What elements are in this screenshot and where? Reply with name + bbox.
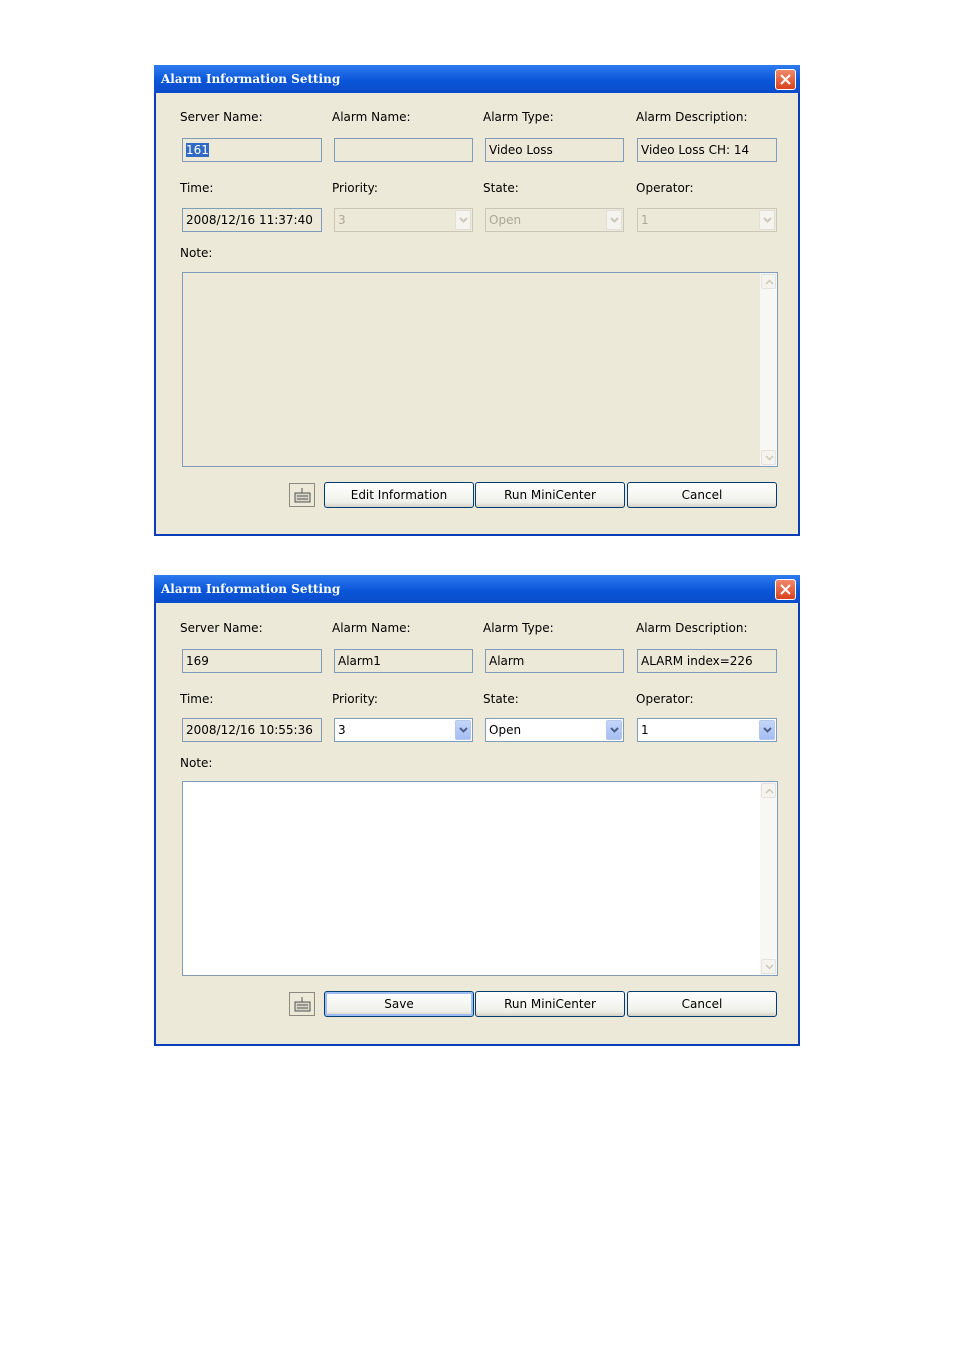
priority-value: 3	[338, 213, 346, 227]
alarm-name-label: Alarm Name:	[332, 110, 411, 124]
operator-value: 1	[641, 723, 649, 737]
operator-select[interactable]: 1	[637, 718, 777, 742]
alarm-description-field[interactable]: ALARM index=226	[637, 649, 777, 673]
alarm-name-field[interactable]	[334, 138, 473, 162]
operator-label: Operator:	[636, 692, 694, 706]
alarm-type-field[interactable]: Video Loss	[485, 138, 624, 162]
server-name-label: Server Name:	[180, 110, 263, 124]
scroll-down-button[interactable]	[761, 450, 776, 465]
note-label: Note:	[180, 246, 213, 260]
state-value: Open	[489, 723, 522, 737]
server-name-field[interactable]: 161	[182, 138, 322, 162]
close-icon	[780, 584, 791, 595]
title-bar: Alarm Information Setting	[154, 575, 800, 603]
chevron-down-icon	[459, 217, 468, 223]
state-label: State:	[483, 692, 519, 706]
server-name-label: Server Name:	[180, 621, 263, 635]
alarm-description-label: Alarm Description:	[636, 110, 748, 124]
keyboard-icon	[294, 997, 311, 1012]
alarm-dialog-edit: Alarm Information Setting Server Name: A…	[154, 575, 800, 1046]
close-button[interactable]	[775, 69, 796, 90]
keyboard-button[interactable]	[289, 992, 315, 1016]
note-textarea[interactable]	[182, 781, 778, 976]
alarm-dialog-view: Alarm Information Setting Server Name: A…	[154, 65, 800, 536]
cancel-button[interactable]: Cancel	[627, 482, 777, 508]
state-select[interactable]: Open	[485, 718, 624, 742]
operator-select[interactable]: 1	[637, 208, 777, 232]
alarm-description-label: Alarm Description:	[636, 621, 748, 635]
note-textarea[interactable]	[182, 272, 778, 467]
state-select[interactable]: Open	[485, 208, 624, 232]
close-icon	[780, 74, 791, 85]
keyboard-button[interactable]	[289, 483, 315, 507]
state-value: Open	[489, 213, 522, 227]
alarm-type-label: Alarm Type:	[483, 621, 554, 635]
server-name-field[interactable]: 169	[182, 649, 322, 673]
chevron-down-icon	[763, 727, 772, 733]
run-minicenter-button[interactable]: Run MiniCenter	[475, 482, 625, 508]
server-name-value: 161	[186, 143, 209, 157]
priority-label: Priority:	[332, 692, 378, 706]
time-label: Time:	[180, 692, 214, 706]
scroll-up-button[interactable]	[761, 783, 776, 798]
priority-select[interactable]: 3	[334, 718, 473, 742]
alarm-name-field[interactable]: Alarm1	[334, 649, 473, 673]
time-field[interactable]: 2008/12/16 11:37:40	[182, 208, 322, 232]
edit-information-button[interactable]: Edit Information	[324, 482, 474, 508]
scroll-up-arrow-icon	[765, 279, 774, 285]
keyboard-icon	[294, 488, 311, 503]
note-scrollbar[interactable]	[760, 273, 777, 466]
scroll-down-button[interactable]	[761, 959, 776, 974]
note-scrollbar[interactable]	[760, 782, 777, 975]
scroll-down-arrow-icon	[765, 964, 774, 970]
chevron-down-icon	[610, 727, 619, 733]
chevron-down-icon	[763, 217, 772, 223]
note-label: Note:	[180, 756, 213, 770]
chevron-down-icon	[610, 217, 619, 223]
scroll-up-button[interactable]	[761, 274, 776, 289]
close-button[interactable]	[775, 579, 796, 600]
priority-value: 3	[338, 723, 346, 737]
alarm-description-field[interactable]: Video Loss CH: 14	[637, 138, 777, 162]
time-label: Time:	[180, 181, 214, 195]
chevron-down-icon	[459, 727, 468, 733]
cancel-button[interactable]: Cancel	[627, 991, 777, 1017]
save-button[interactable]: Save	[324, 991, 474, 1017]
run-minicenter-button[interactable]: Run MiniCenter	[475, 991, 625, 1017]
state-label: State:	[483, 181, 519, 195]
alarm-type-label: Alarm Type:	[483, 110, 554, 124]
title-bar: Alarm Information Setting	[154, 65, 800, 93]
priority-label: Priority:	[332, 181, 378, 195]
time-field[interactable]: 2008/12/16 10:55:36	[182, 718, 322, 742]
scroll-down-arrow-icon	[765, 455, 774, 461]
alarm-name-label: Alarm Name:	[332, 621, 411, 635]
alarm-type-field[interactable]: Alarm	[485, 649, 624, 673]
operator-value: 1	[641, 213, 649, 227]
dialog-title: Alarm Information Setting	[161, 582, 341, 596]
scroll-up-arrow-icon	[765, 788, 774, 794]
operator-label: Operator:	[636, 181, 694, 195]
dialog-title: Alarm Information Setting	[161, 72, 341, 86]
priority-select[interactable]: 3	[334, 208, 473, 232]
